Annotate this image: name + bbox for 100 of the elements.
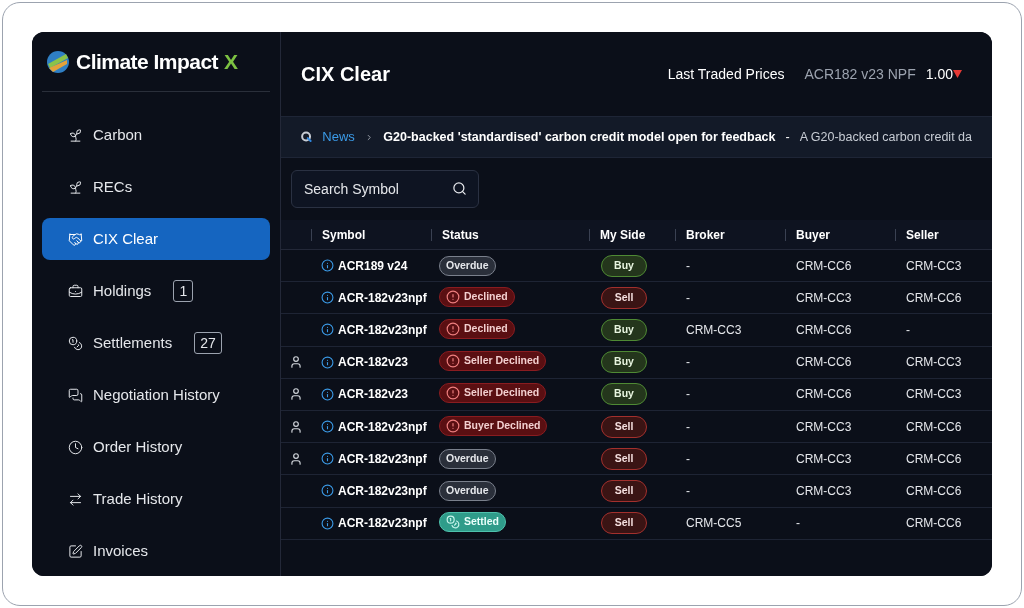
buyer-cell-text: CRM-CC3 [795,450,853,468]
brand-name: Climate Impact [76,48,219,75]
column-header[interactable]: Buyer [796,225,830,244]
side-button[interactable]: Buy [601,254,647,277]
nav-label: RECs [93,176,133,197]
nav-icon [68,335,83,351]
column-header[interactable]: Seller [906,225,939,244]
side-button[interactable]: Sell [601,415,647,438]
buyer-cell-text: CRM-CC3 [795,418,853,436]
buyer-cell-text: CRM-CC3 [795,289,853,307]
sidebar-item[interactable]: Settlements 27 [42,322,270,364]
symbol-cell-text: ACR-182v23npf [338,418,427,436]
status-badge: Seller Declined [439,351,547,372]
symbol-cell-text: ACR189 v24 [338,257,408,275]
symbol-cell-text: ACR-182v23npf [338,482,427,500]
info-icon[interactable] [321,452,334,466]
symbol-cell-text: ACR-182v23npf [338,515,427,533]
nav-icon [68,231,83,247]
alert-icon [446,418,460,433]
nav-icon [68,491,83,507]
broker-cell-text: - [685,482,691,500]
seller-cell-text: CRM-CC3 [905,257,963,275]
triangle-down-icon [953,70,962,78]
nav-icon [68,283,83,299]
side-button[interactable]: Sell [601,479,647,502]
seller-cell-text: CRM-CC6 [905,450,963,468]
symbol-cell-text: ACR-182v23npf [338,289,427,307]
symbol-cell-text: ACR-182v23 [338,354,409,372]
info-icon[interactable] [321,387,334,401]
seller-cell-text: CRM-CC3 [905,354,963,372]
sidebar-item[interactable]: Invoices [42,530,270,572]
news-headline[interactable]: G20-backed 'standardised' carbon credit model open for feedback [383,127,776,147]
nav-icon [68,543,83,559]
seller-cell-text: CRM-CC6 [905,515,963,533]
info-icon[interactable] [321,291,334,305]
info-icon[interactable] [321,484,334,498]
column-header[interactable]: Broker [686,225,725,244]
broker-cell-text: CRM-CC3 [685,321,743,339]
nav-icon [68,439,83,455]
nav-label: Invoices [93,540,149,561]
buyer-cell-text: CRM-CC6 [795,386,853,404]
buyer-cell-text: CRM-CC3 [795,482,853,500]
side-button[interactable]: Sell [601,512,647,535]
sidebar-item[interactable]: Carbon [42,114,270,156]
buyer-cell-text: CRM-CC6 [795,321,853,339]
side-button[interactable]: Sell [601,286,647,309]
nav-label: Carbon [93,124,143,145]
nav-icon [68,179,83,195]
nav-label: Settlements [93,332,173,353]
search-icon [452,181,467,196]
seller-cell-text: - [905,321,911,339]
sidebar-item[interactable]: Negotiation History [42,374,270,416]
sidebar-item[interactable]: Trade History [42,478,270,520]
info-icon[interactable] [321,355,334,369]
seller-cell-text: CRM-CC3 [905,386,963,404]
info-icon[interactable] [321,323,334,337]
nav-label: CIX Clear [93,228,159,249]
alert-icon [446,386,460,401]
buyer-cell-text: CRM-CC6 [795,354,853,372]
seller-cell-text: CRM-CC6 [905,418,963,436]
broker-cell-text: CRM-CC5 [685,515,743,533]
sidebar-item[interactable]: RECs [42,166,270,208]
column-header[interactable]: My Side [600,225,646,244]
nav-icon [68,387,83,403]
symbol-cell-text: ACR-182v23npf [338,321,427,339]
symbol-cell-text: ACR-182v23npf [338,450,427,468]
logo-icon [46,49,70,74]
broker-cell-text: - [685,418,691,436]
news-summary: A G20-backed carbon credit da [799,128,972,146]
nav-label: Holdings [93,280,152,301]
status-badge: Overdue [439,448,496,469]
count-badge: 27 [194,332,222,354]
info-icon[interactable] [321,420,334,434]
side-button[interactable]: Buy [601,383,647,406]
broker-cell-text: - [685,386,691,404]
broker-cell-text: - [685,450,691,468]
info-icon[interactable] [321,259,334,273]
price-value: 1.00 [925,64,953,84]
sidebar-item[interactable]: Holdings 1 [42,270,270,312]
side-button[interactable]: Buy [601,318,647,341]
sidebar-item[interactable]: CIX Clear [42,218,270,260]
nav-icon [68,127,83,143]
news-separator: - [785,128,790,146]
nav-label: Negotiation History [93,384,220,405]
broker-cell-text: - [685,289,691,307]
nav-label: Order History [93,436,183,457]
news-link[interactable]: News [322,127,355,147]
column-header[interactable]: Status [442,225,479,244]
status-badge: Settled [439,512,506,533]
count-badge: 1 [173,280,194,302]
page-title: CIX Clear [301,62,390,87]
search-field[interactable]: Search Symbol [291,170,479,208]
buyer-cell-text: - [795,515,801,533]
column-header[interactable]: Symbol [322,225,366,244]
broker-cell-text: - [685,257,691,275]
brand-mark: X [224,48,239,75]
side-button[interactable]: Buy [601,351,647,374]
info-icon[interactable] [321,516,334,530]
side-button[interactable]: Sell [601,447,647,470]
sidebar-item[interactable]: Order History [42,426,270,468]
